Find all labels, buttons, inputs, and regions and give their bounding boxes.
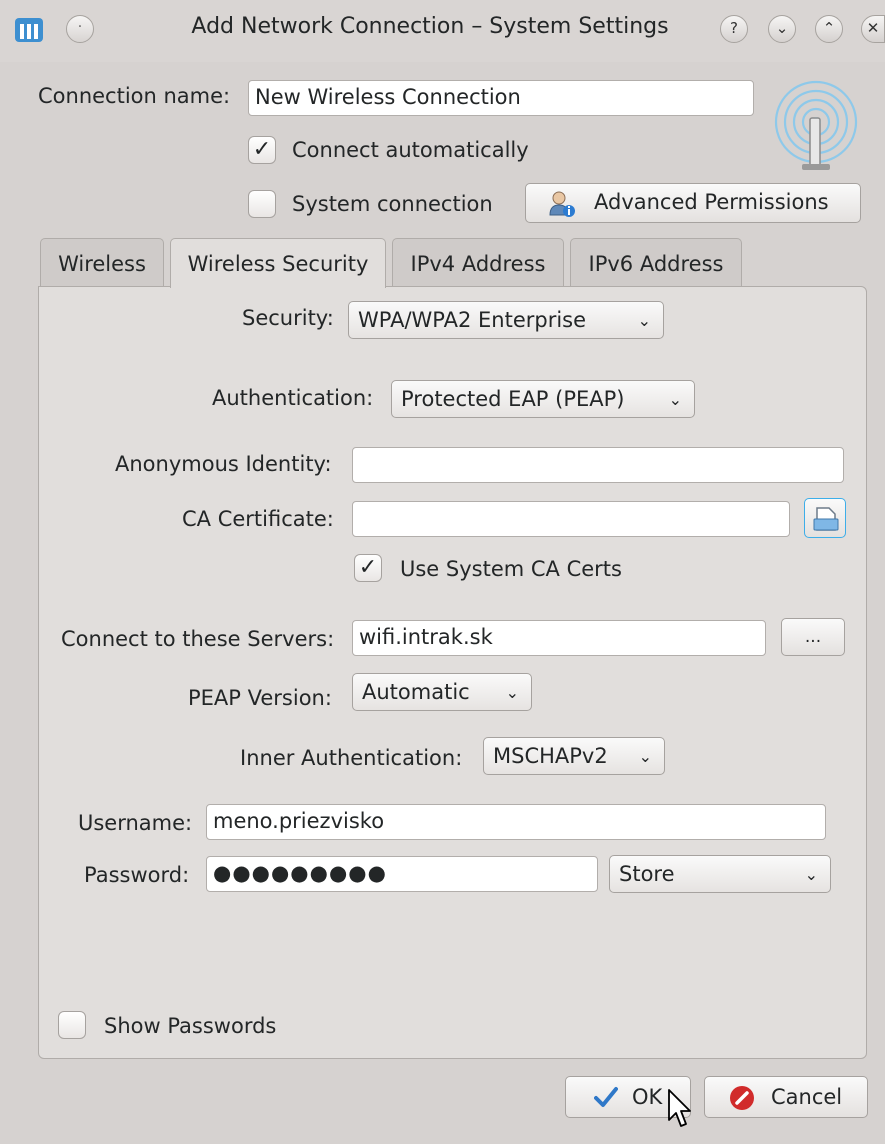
- security-select-value: WPA/WPA2 Enterprise: [358, 308, 587, 332]
- ok-check-icon: [594, 1086, 618, 1113]
- servers-input[interactable]: wifi.intrak.sk: [352, 620, 766, 656]
- use-system-ca-certs-checkbox[interactable]: ✓: [354, 554, 382, 582]
- password-storage-value: Store: [619, 862, 675, 886]
- show-passwords-checkbox[interactable]: [58, 1011, 86, 1039]
- help-icon: ?: [730, 19, 738, 37]
- anonymous-identity-input[interactable]: [352, 447, 844, 483]
- connection-name-input[interactable]: New Wireless Connection: [248, 80, 754, 116]
- tab-ipv4-address[interactable]: IPv4 Address: [392, 238, 564, 286]
- close-button[interactable]: ✕: [861, 15, 885, 43]
- ca-certificate-input[interactable]: [352, 501, 790, 537]
- tab-wireless-security-label: Wireless Security: [187, 252, 369, 276]
- tab-ipv6-address[interactable]: IPv6 Address: [570, 238, 742, 286]
- cancel-label: Cancel: [771, 1085, 843, 1109]
- close-icon: ✕: [866, 19, 880, 37]
- minimize-icon: ⌄: [775, 19, 789, 37]
- peap-version-select[interactable]: Automatic ⌄: [352, 673, 532, 711]
- inner-authentication-select[interactable]: MSCHAPv2 ⌄: [483, 737, 665, 775]
- tab-ipv6-label: IPv6 Address: [588, 252, 724, 276]
- peap-version-select-value: Automatic: [362, 680, 470, 704]
- connect-to-servers-label: Connect to these Servers:: [61, 627, 335, 651]
- anonymous-identity-label: Anonymous Identity:: [115, 452, 332, 476]
- password-input[interactable]: ●●●●●●●●●: [206, 856, 598, 892]
- window-title: Add Network Connection – System Settings: [191, 14, 669, 39]
- ok-label: OK: [632, 1085, 663, 1109]
- show-passwords-label: Show Passwords: [104, 1014, 277, 1038]
- authentication-label: Authentication:: [212, 386, 374, 410]
- advanced-permissions-button[interactable]: Advanced Permissions: [525, 183, 861, 223]
- maximize-button[interactable]: ⌃: [815, 15, 843, 43]
- inner-authentication-label: Inner Authentication:: [240, 746, 463, 770]
- servers-browse-button[interactable]: ...: [781, 618, 845, 656]
- check-icon: ✓: [252, 137, 272, 162]
- chevron-down-icon: ⌄: [668, 390, 682, 409]
- username-label: Username:: [78, 811, 193, 835]
- tab-wireless[interactable]: Wireless: [40, 238, 164, 286]
- password-storage-select[interactable]: Store ⌄: [609, 855, 831, 893]
- peap-version-label: PEAP Version:: [188, 686, 332, 710]
- check-icon: ✓: [358, 555, 378, 580]
- inner-authentication-select-value: MSCHAPv2: [493, 744, 608, 768]
- chevron-down-icon: ⌄: [637, 311, 651, 330]
- wireless-network-icon: [766, 78, 866, 174]
- maximize-icon: ⌃: [822, 19, 836, 37]
- connect-automatically-checkbox[interactable]: ✓: [248, 136, 276, 164]
- password-label: Password:: [84, 863, 190, 887]
- cancel-icon: [729, 1085, 755, 1116]
- advanced-permissions-label: Advanced Permissions: [594, 190, 829, 214]
- username-input[interactable]: meno.priezvisko: [206, 804, 826, 840]
- minimize-button[interactable]: ⌄: [768, 15, 796, 43]
- chevron-down-icon: ⌄: [638, 747, 652, 766]
- authentication-select-value: Protected EAP (PEAP): [401, 387, 625, 411]
- ca-certificate-label: CA Certificate:: [182, 507, 334, 531]
- browse-certificate-button[interactable]: [804, 498, 846, 538]
- use-system-ca-certs-label: Use System CA Certs: [400, 557, 622, 581]
- window-menu-button[interactable]: ·: [66, 15, 94, 43]
- cancel-button[interactable]: Cancel: [704, 1076, 868, 1118]
- ellipsis-label: ...: [804, 627, 822, 647]
- mouse-cursor-icon: [667, 1088, 693, 1135]
- security-label: Security:: [242, 306, 334, 330]
- chevron-down-icon: ⌄: [804, 865, 818, 884]
- help-button[interactable]: ?: [720, 15, 748, 43]
- chevron-down-icon: ⌄: [505, 683, 519, 702]
- app-icon: [14, 14, 44, 44]
- system-connection-checkbox[interactable]: [248, 190, 276, 218]
- authentication-select[interactable]: Protected EAP (PEAP) ⌄: [391, 380, 695, 418]
- tab-ipv4-label: IPv4 Address: [410, 252, 546, 276]
- tab-wireless-security[interactable]: Wireless Security: [170, 238, 386, 288]
- security-select[interactable]: WPA/WPA2 Enterprise ⌄: [348, 301, 664, 339]
- system-connection-label: System connection: [292, 192, 493, 216]
- connection-name-label: Connection name:: [38, 84, 231, 108]
- document-open-icon: [812, 505, 840, 538]
- connect-automatically-label: Connect automatically: [292, 138, 529, 162]
- tab-wireless-label: Wireless: [58, 252, 146, 276]
- user-permissions-icon: [548, 190, 576, 223]
